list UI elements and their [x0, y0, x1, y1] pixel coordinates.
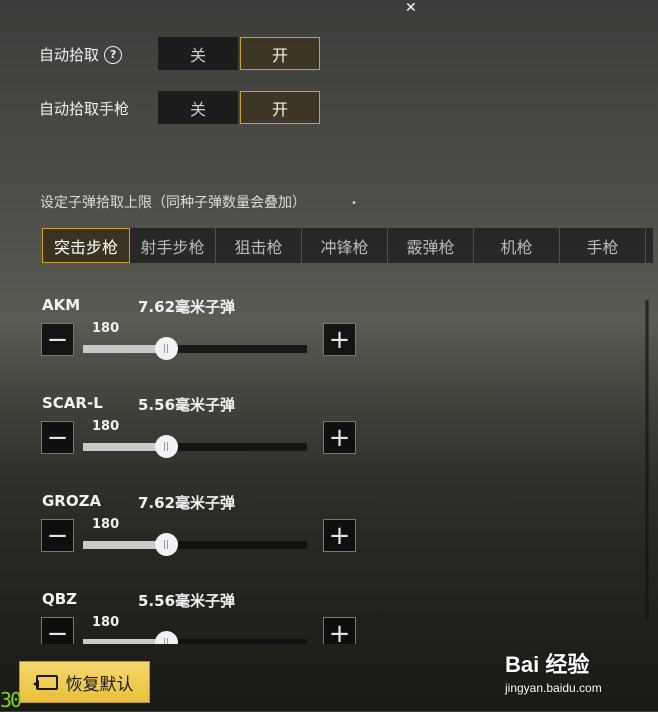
- reset-label: 恢复默认: [65, 674, 134, 695]
- weapon-name: GROZA: [42, 492, 102, 510]
- ammo-limit-value: 180: [92, 419, 120, 434]
- mouse-cursor-icon: ✕: [405, 0, 417, 16]
- background-tower: [636, 300, 658, 620]
- ammo-type: 5.56毫米子弹: [138, 592, 236, 610]
- ammo-limit-value: 180: [92, 321, 120, 336]
- decrease-button[interactable]: −: [41, 421, 74, 454]
- increase-button[interactable]: +: [323, 421, 356, 454]
- auto-pickup-toggle: 关 开: [158, 37, 320, 70]
- slider-fill: [83, 639, 166, 644]
- ammo-type: 5.56毫米子弹: [138, 396, 236, 414]
- slider-handle[interactable]: [154, 533, 178, 556]
- auto-pickup-label-text: 自动拾取: [39, 46, 100, 64]
- reset-default-button[interactable]: 恢复默认: [19, 661, 150, 703]
- decrease-button[interactable]: −: [41, 323, 74, 356]
- tab-sniper-rifle[interactable]: 狙击枪: [216, 228, 302, 263]
- weapon-name: SCAR-L: [42, 394, 103, 412]
- watermark-brand: Bai 经验: [505, 652, 590, 677]
- decrease-button[interactable]: −: [41, 617, 74, 644]
- baidu-watermark: Bai 经验 jingyan.baidu.com: [505, 647, 602, 695]
- slider-handle[interactable]: [154, 337, 178, 360]
- fps-counter: 30: [0, 688, 22, 712]
- increase-button[interactable]: +: [323, 519, 356, 552]
- auto-pickup-pistol-off-button[interactable]: 关: [158, 91, 238, 124]
- slider-fill: [83, 443, 166, 451]
- auto-pickup-on-button[interactable]: 开: [240, 37, 320, 70]
- auto-pickup-label: 自动拾取 ?: [39, 44, 123, 65]
- ammo-limit-slider[interactable]: [83, 435, 307, 458]
- weapon-row: QBZ 5.56毫米子弹 − 180 +: [41, 590, 361, 644]
- increase-button[interactable]: +: [323, 323, 356, 356]
- increase-button[interactable]: +: [323, 617, 356, 644]
- ammo-limit-slider[interactable]: [83, 337, 307, 360]
- slider-handle[interactable]: [154, 435, 178, 458]
- ammo-limit-value: 180: [92, 615, 120, 630]
- help-icon[interactable]: ?: [104, 45, 123, 64]
- tab-smg[interactable]: 冲锋枪: [302, 228, 388, 263]
- auto-pickup-pistol-label-text: 自动拾取手枪: [39, 100, 130, 118]
- weapon-row: AKM 7.62毫米子弹 − 180 +: [41, 296, 361, 366]
- reset-icon: [32, 674, 58, 690]
- auto-pickup-off-button[interactable]: 关: [158, 37, 238, 70]
- tab-machine-gun[interactable]: 机枪: [474, 228, 560, 263]
- weapon-name: QBZ: [42, 590, 78, 608]
- slider-fill: [83, 345, 166, 353]
- watermark-url: jingyan.baidu.com: [505, 681, 602, 695]
- ammo-type: 7.62毫米子弹: [138, 494, 236, 512]
- auto-pickup-pistol-toggle: 关 开: [158, 91, 320, 124]
- tab-pistol[interactable]: 手枪: [560, 228, 646, 263]
- tab-overflow: [646, 228, 653, 263]
- decrease-button[interactable]: −: [41, 519, 74, 552]
- weapon-category-tabs: 突击步枪 射手步枪 狙击枪 冲锋枪 霰弹枪 机枪 手枪: [42, 228, 653, 263]
- weapon-name: AKM: [42, 296, 81, 314]
- ammo-limit-value: 180: [92, 517, 120, 532]
- ammo-limit-title: 设定子弹拾取上限（同种子弹数量会叠加）: [40, 195, 306, 211]
- auto-pickup-pistol-on-button[interactable]: 开: [240, 91, 320, 124]
- tab-assault-rifle[interactable]: 突击步枪: [42, 228, 130, 263]
- tab-marksman-rifle[interactable]: 射手步枪: [130, 228, 216, 263]
- ammo-limit-slider[interactable]: [83, 533, 307, 556]
- slider-handle[interactable]: [154, 631, 178, 644]
- ammo-type: 7.62毫米子弹: [138, 298, 236, 316]
- auto-pickup-pistol-label: 自动拾取手枪: [39, 98, 129, 119]
- tab-shotgun[interactable]: 霰弹枪: [388, 228, 474, 263]
- decorative-dot: •: [351, 198, 357, 209]
- weapon-row: SCAR-L 5.56毫米子弹 − 180 +: [41, 394, 361, 464]
- ammo-limit-slider[interactable]: [83, 631, 307, 644]
- slider-fill: [83, 541, 166, 549]
- weapon-row: GROZA 7.62毫米子弹 − 180 +: [41, 492, 361, 562]
